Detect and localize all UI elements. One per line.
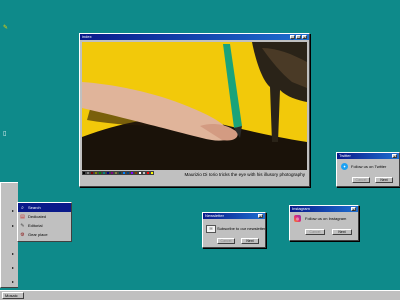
next-button[interactable]: Next <box>375 177 393 183</box>
photo-window-title: index <box>82 34 92 39</box>
desktop-icon-tl[interactable]: ✎ <box>3 24 8 31</box>
photo-window-titlebar[interactable]: index _ □ × <box>80 34 309 40</box>
twitter-dialog-titlebar[interactable]: Twitter × <box>337 153 399 159</box>
envelope-icon: ✉ <box>206 225 216 233</box>
close-button[interactable]: × <box>302 35 307 40</box>
menu-item-search[interactable]: ⌕ Search <box>18 203 71 212</box>
desktop-icon-ml[interactable]: ▯ <box>3 130 6 137</box>
taskbar: Mosaic <box>0 290 400 300</box>
newsletter-dialog: Newsletter × ✉ Subscribe to our newslett… <box>202 212 266 248</box>
instagram-icon: ◎ <box>294 215 301 222</box>
submenu-arrow-icon[interactable]: ▸ <box>12 265 14 270</box>
photo-caption: Maurizio Di Iorio tricks the eye with hi… <box>184 172 305 177</box>
submenu-arrow-icon[interactable]: ▸ <box>12 223 14 228</box>
twitter-dialog: Twitter × ✦ Follow us on Twitter Cancel … <box>336 152 400 187</box>
document-icon: ▤ <box>20 213 25 220</box>
menu-item-editorial[interactable]: ✎ Editorial <box>18 221 71 230</box>
cancel-button[interactable]: Cancel <box>352 177 370 183</box>
newsletter-dialog-title: Newsletter <box>205 213 224 218</box>
newsletter-message: Subscribe to our newsletter <box>217 226 266 231</box>
palette-swatch[interactable] <box>150 171 154 175</box>
submenu-arrow-icon[interactable]: ▸ <box>12 251 14 256</box>
instagram-message: Follow us on Instagram <box>305 216 347 221</box>
gear-icon: ⚙ <box>20 231 25 238</box>
close-button[interactable]: × <box>351 207 356 212</box>
search-icon: ⌕ <box>21 204 24 211</box>
cancel-button[interactable]: Cancel <box>305 229 325 235</box>
menu-item-label: Dedicated <box>28 214 47 219</box>
maximize-button[interactable]: □ <box>296 35 301 40</box>
twitter-icon: ✦ <box>341 163 348 170</box>
photo-illustration <box>82 42 307 170</box>
start-button[interactable]: Mosaic <box>2 292 24 299</box>
menu-item-label: Gear place <box>28 232 48 237</box>
photo-window: index _ □ × Maurizio Di Iorio tricks the… <box>79 33 310 187</box>
instagram-dialog-title: Instagram <box>292 206 310 211</box>
pencil-icon: ✎ <box>20 222 25 229</box>
twitter-dialog-title: Twitter <box>339 153 351 158</box>
submenu-arrow-icon[interactable]: ▸ <box>12 208 14 213</box>
next-button[interactable]: Next <box>241 238 259 244</box>
color-palette <box>82 171 154 175</box>
menu-item-gear-place[interactable]: ⚙ Gear place <box>18 230 71 239</box>
instagram-dialog-titlebar[interactable]: Instagram × <box>290 206 358 212</box>
next-button[interactable]: Next <box>332 229 352 235</box>
close-button[interactable]: × <box>392 154 397 159</box>
close-button[interactable]: × <box>258 214 263 219</box>
start-submenu: ⌕ Search ▤ Dedicated ✎ Editorial ⚙ Gear … <box>17 202 72 242</box>
photo-image <box>82 42 307 170</box>
twitter-message: Follow us on Twitter <box>351 164 387 169</box>
menu-item-dedicated[interactable]: ▤ Dedicated <box>18 212 71 221</box>
instagram-dialog: Instagram × ◎ Follow us on Instagram Can… <box>289 205 359 241</box>
menu-item-label: Search <box>28 205 41 210</box>
submenu-arrow-icon[interactable]: ▸ <box>12 279 14 284</box>
start-button-label: Mosaic <box>5 293 18 298</box>
menu-item-label: Editorial <box>28 223 43 228</box>
cancel-button[interactable]: Cancel <box>217 238 235 244</box>
minimize-button[interactable]: _ <box>290 35 295 40</box>
start-menu-sidebar: ▸ ▸ ▸ ▸ ▸ <box>0 182 18 288</box>
newsletter-dialog-titlebar[interactable]: Newsletter × <box>203 213 265 219</box>
